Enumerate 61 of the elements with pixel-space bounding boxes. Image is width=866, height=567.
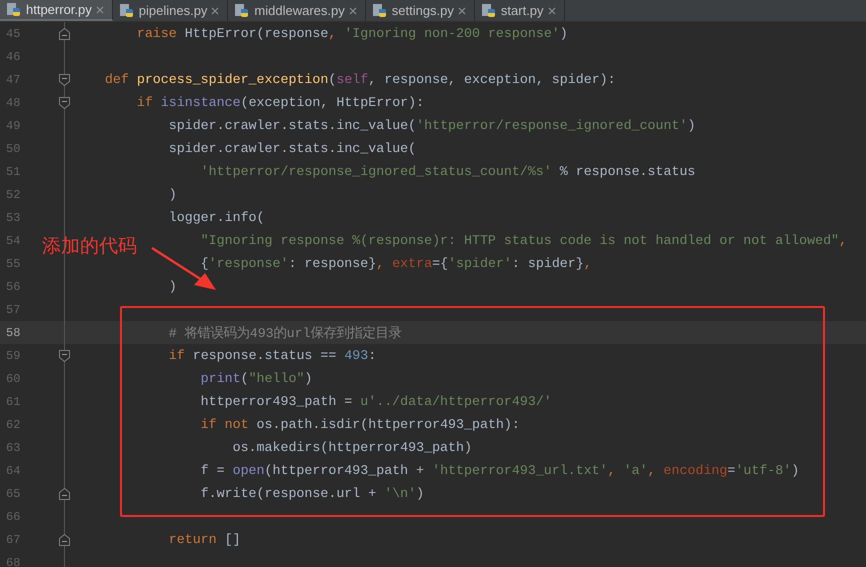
- code-line: ): [168, 187, 177, 202]
- fold-icon[interactable]: [59, 28, 70, 40]
- code-line: ): [168, 279, 177, 294]
- code-line: if not os.path.isdir(httperror493_path):: [200, 417, 520, 432]
- fold-icon[interactable]: [59, 350, 70, 362]
- code-line: # 将错误码为493的url保存到指定目录: [168, 324, 402, 342]
- line-number: 57: [5, 302, 22, 316]
- line-number: 62: [5, 418, 22, 432]
- file-tab[interactable]: httperror.py: [0, 0, 113, 21]
- line-number: 60: [5, 372, 22, 386]
- line-number: 47: [5, 72, 22, 86]
- close-icon[interactable]: [458, 6, 466, 14]
- code-line: def process_spider_exception(self, response, exception, spider):: [104, 72, 616, 87]
- code-line: f.write(response.url + '\n'): [200, 486, 424, 501]
- line-number: 58: [5, 326, 22, 340]
- line-number: 68: [5, 556, 22, 567]
- line-number: 45: [5, 26, 22, 40]
- code-line: {'response': response}, extra={'spider': spider},: [200, 256, 592, 271]
- close-icon[interactable]: [211, 6, 220, 14]
- annotation-label: 添加的代码: [42, 234, 137, 259]
- line-number: 46: [5, 50, 22, 64]
- line-number: 67: [5, 532, 22, 546]
- python-file-icon: [372, 2, 388, 18]
- code-line: httperror493_path = u'../data/httperror493/': [200, 394, 552, 409]
- line-number: 66: [5, 510, 22, 524]
- code-line: f = open(httperror493_path + 'httperror493_url.txt', 'a', encoding='utf-8'): [200, 463, 800, 478]
- code-line: return []: [168, 532, 241, 547]
- code-line: logger.info(: [168, 210, 265, 225]
- fold-icon[interactable]: [59, 488, 70, 500]
- code-line: if response.status == 493:: [168, 348, 376, 363]
- line-number: 64: [5, 464, 22, 478]
- fold-icon[interactable]: [59, 74, 70, 86]
- python-file-icon: [480, 2, 497, 18]
- close-icon[interactable]: [548, 6, 556, 14]
- code-line: if isinstance(exception, HttpError):: [136, 95, 424, 110]
- line-number: 59: [5, 348, 22, 362]
- python-file-icon: [6, 2, 22, 18]
- line-number: 56: [5, 280, 22, 294]
- fold-icon[interactable]: [59, 534, 70, 546]
- line-number: 49: [5, 118, 22, 132]
- python-file-icon: [234, 2, 250, 18]
- fold-icon[interactable]: [59, 96, 70, 108]
- close-icon[interactable]: [348, 6, 357, 14]
- line-number: 61: [5, 394, 22, 408]
- code-line: spider.crawler.stats.inc_value('httperror/response_ignored_count'): [168, 118, 696, 133]
- code-line: spider.crawler.stats.inc_value(: [168, 141, 416, 156]
- code-line: "Ignoring response %(response)r: HTTP status code is not handled or not allowed",: [200, 233, 848, 248]
- line-number: 50: [5, 142, 22, 156]
- code-line: raise HttpError(response, 'Ignoring non-200 response'): [136, 26, 568, 41]
- line-number: 65: [5, 486, 22, 500]
- code-line: os.makedirs(httperror493_path): [232, 440, 472, 455]
- line-number: 53: [5, 210, 22, 224]
- line-number: 63: [5, 440, 22, 454]
- code-line: 'httperror/response_ignored_status_count/%s' % response.status: [200, 164, 696, 179]
- python-file-icon: [118, 2, 135, 18]
- line-number: 54: [5, 234, 22, 248]
- line-number: 51: [5, 164, 22, 178]
- line-number: 52: [5, 188, 22, 202]
- code-line: print("hello"): [200, 371, 312, 386]
- line-number: 48: [5, 96, 22, 110]
- line-number: 55: [5, 256, 22, 270]
